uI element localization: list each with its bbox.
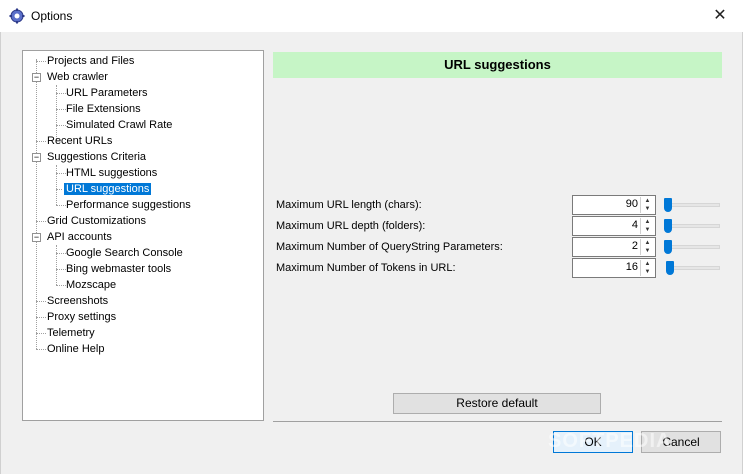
tree-item-suggestions-criteria[interactable]: Suggestions Criteria — [45, 149, 148, 165]
tree-item-file-extensions[interactable]: File Extensions — [64, 101, 143, 117]
spinner-arrows[interactable]: ▲ ▼ — [640, 260, 654, 276]
tree-item-grid-customizations[interactable]: Grid Customizations — [45, 213, 148, 229]
window-title: Options — [31, 9, 73, 23]
max-url-length-slider-thumb[interactable] — [664, 198, 672, 212]
tree-item-simulated-crawl-rate[interactable]: Simulated Crawl Rate — [64, 117, 174, 133]
spinner-value: 90 — [625, 198, 638, 210]
max-tokens-spinner[interactable]: 16 ▲ ▼ — [572, 258, 656, 278]
spin-up-icon[interactable]: ▲ — [641, 197, 654, 205]
tree-item-performance-suggestions[interactable]: Performance suggestions — [64, 197, 193, 213]
options-tree[interactable]: − − − Projects and Files Web crawler URL… — [22, 50, 264, 421]
max-url-length-slider-track[interactable] — [666, 203, 720, 207]
tree-connector — [56, 165, 57, 205]
restore-default-button[interactable]: Restore default — [393, 393, 601, 414]
title-bar: Options ✕ — [0, 0, 743, 32]
max-url-depth-label: Maximum URL depth (folders): — [276, 220, 426, 232]
tree-item-recent-urls[interactable]: Recent URLs — [45, 133, 114, 149]
tree-item-html-suggestions[interactable]: HTML suggestions — [64, 165, 159, 181]
collapse-icon[interactable]: − — [32, 233, 41, 242]
max-url-depth-slider-track[interactable] — [666, 224, 720, 228]
tree-item-online-help[interactable]: Online Help — [45, 341, 106, 357]
separator — [273, 421, 722, 422]
spin-up-icon[interactable]: ▲ — [641, 260, 654, 268]
tree-item-projects-and-files[interactable]: Projects and Files — [45, 53, 136, 69]
collapse-icon[interactable]: − — [32, 73, 41, 82]
max-tokens-slider-track[interactable] — [666, 266, 720, 270]
spin-down-icon[interactable]: ▼ — [641, 226, 654, 234]
collapse-icon[interactable]: − — [32, 153, 41, 162]
spinner-arrows[interactable]: ▲ ▼ — [640, 218, 654, 234]
tree-item-url-suggestions[interactable]: URL suggestions — [62, 181, 153, 197]
tree-item-mozscape[interactable]: Mozscape — [64, 277, 118, 293]
close-button[interactable]: ✕ — [697, 0, 743, 30]
max-url-depth-slider-thumb[interactable] — [664, 219, 672, 233]
spinner-value: 16 — [625, 261, 638, 273]
max-url-length-spinner[interactable]: 90 ▲ ▼ — [572, 195, 656, 215]
tree-item-proxy-settings[interactable]: Proxy settings — [45, 309, 118, 325]
max-querystring-params-slider-track[interactable] — [666, 245, 720, 249]
max-tokens-slider-thumb[interactable] — [666, 261, 675, 275]
tree-item-telemetry[interactable]: Telemetry — [45, 325, 97, 341]
cancel-button[interactable]: Cancel — [641, 431, 721, 453]
max-querystring-params-slider-thumb[interactable] — [664, 240, 672, 254]
tree-item-google-search-console[interactable]: Google Search Console — [64, 245, 185, 261]
spin-down-icon[interactable]: ▼ — [641, 205, 654, 213]
section-header: URL suggestions — [273, 52, 722, 78]
spinner-arrows[interactable]: ▲ ▼ — [640, 197, 654, 213]
spin-down-icon[interactable]: ▼ — [641, 247, 654, 255]
spin-up-icon[interactable]: ▲ — [641, 239, 654, 247]
tree-connector — [36, 59, 37, 349]
max-querystring-params-label: Maximum Number of QueryString Parameters… — [276, 241, 503, 253]
max-tokens-label: Maximum Number of Tokens in URL: — [276, 262, 456, 274]
spinner-value: 4 — [631, 219, 638, 231]
max-querystring-params-spinner[interactable]: 2 ▲ ▼ — [572, 237, 656, 257]
tree-item-web-crawler[interactable]: Web crawler — [45, 69, 110, 85]
tree-item-bing-webmaster-tools[interactable]: Bing webmaster tools — [64, 261, 173, 277]
gear-icon — [9, 8, 25, 24]
max-url-depth-spinner[interactable]: 4 ▲ ▼ — [572, 216, 656, 236]
tree-item-screenshots[interactable]: Screenshots — [45, 293, 110, 309]
ok-button[interactable]: OK — [553, 431, 633, 453]
spin-down-icon[interactable]: ▼ — [641, 268, 654, 276]
spinner-value: 2 — [631, 240, 638, 252]
spin-up-icon[interactable]: ▲ — [641, 218, 654, 226]
spinner-arrows[interactable]: ▲ ▼ — [640, 239, 654, 255]
tree-item-api-accounts[interactable]: API accounts — [45, 229, 114, 245]
close-icon: ✕ — [713, 7, 727, 24]
max-url-length-label: Maximum URL length (chars): — [276, 199, 422, 211]
tree-item-url-parameters[interactable]: URL Parameters — [64, 85, 150, 101]
tree-connector — [56, 245, 57, 285]
